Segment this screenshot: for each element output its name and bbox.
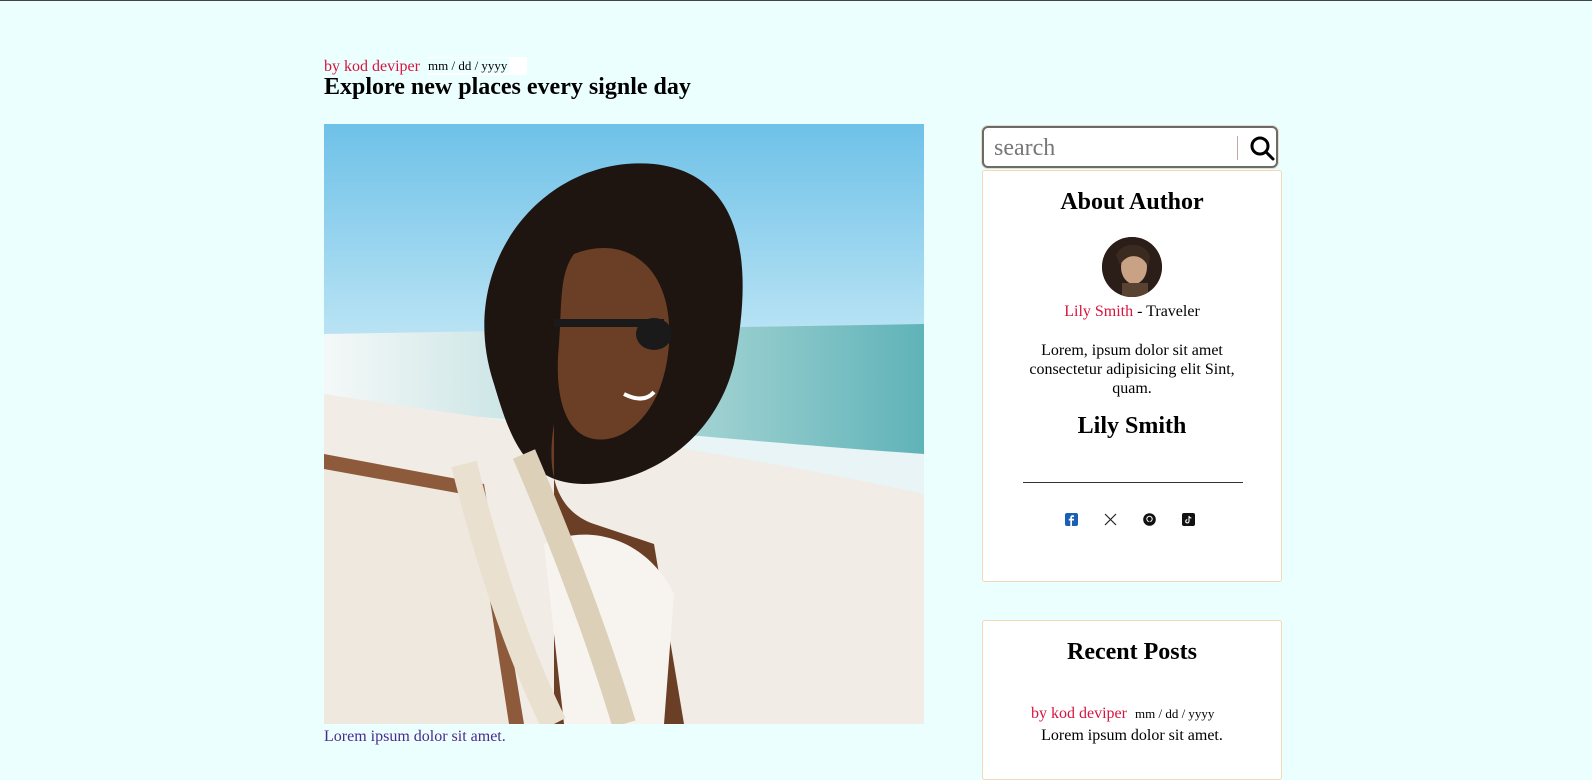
recent-post-author-link[interactable]: by kod deviper <box>1031 705 1127 723</box>
about-author-card: About Author Lily Smith - Traveler Lorem… <box>982 170 1282 582</box>
divider-line <box>1023 482 1243 483</box>
avatar <box>1102 237 1162 297</box>
author-role: - Traveler <box>1137 303 1200 320</box>
search-box <box>982 126 1278 168</box>
author-line: Lily Smith - Traveler <box>983 303 1281 321</box>
social-links <box>1065 513 1195 526</box>
author-signature: Lily Smith <box>1077 413 1187 439</box>
post-title: Explore new places every signle day <box>324 74 691 100</box>
recent-post-date: mm / dd / yyyy <box>1134 706 1215 721</box>
recent-posts-card: Recent Posts by kod deviper mm / dd / yy… <box>982 620 1282 780</box>
search-icon[interactable] <box>1248 134 1276 162</box>
facebook-icon[interactable] <box>1065 513 1078 526</box>
hero-image <box>324 124 924 724</box>
recent-post-meta: by kod deviper mm / dd / yyyy <box>1031 705 1214 723</box>
search-divider <box>1237 136 1238 160</box>
x-icon[interactable] <box>1104 513 1117 526</box>
author-name-link[interactable]: Lily Smith <box>1064 303 1133 320</box>
search-input[interactable] <box>992 132 1224 164</box>
tiktok-icon[interactable] <box>1182 513 1195 526</box>
post-date-field[interactable]: mm / dd / yyyy <box>427 57 528 75</box>
recent-post-title-link[interactable]: Lorem ipsum dolor sit amet. <box>983 727 1281 745</box>
author-bio: Lorem, ipsum dolor sit amet consectetur … <box>1029 342 1235 397</box>
image-caption-link[interactable]: Lorem ipsum dolor sit amet. <box>324 728 506 746</box>
post-date-placeholder: mm / dd / yyyy <box>427 58 510 73</box>
github-icon[interactable] <box>1143 513 1156 526</box>
recent-posts-heading: Recent Posts <box>1067 639 1197 665</box>
top-border <box>0 0 1592 1</box>
about-author-heading: About Author <box>1060 189 1204 215</box>
